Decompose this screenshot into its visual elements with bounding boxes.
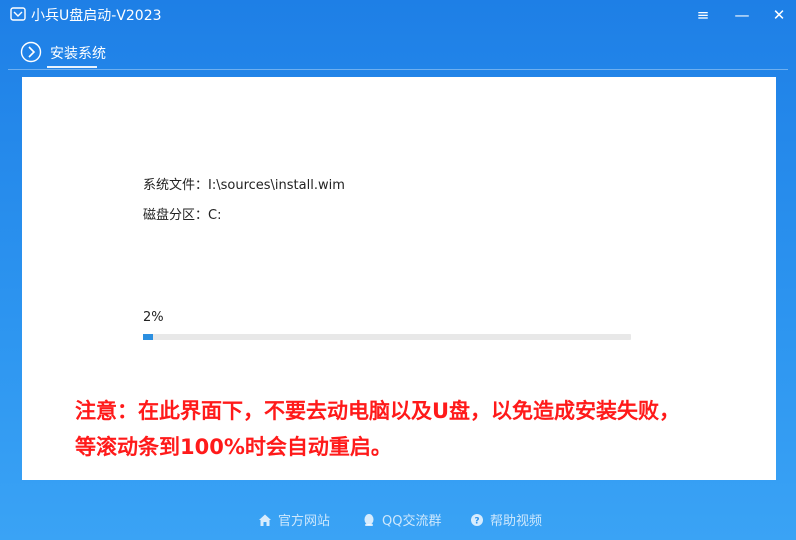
system-file-value: I:\sources\install.wim [208, 178, 345, 193]
chevron-circle-icon [20, 41, 42, 63]
progress-bar-fill [143, 334, 153, 340]
tab-active-indicator [47, 66, 97, 68]
close-icon: ✕ [772, 6, 786, 24]
home-icon [259, 514, 271, 526]
minimize-icon: — [734, 6, 750, 24]
warning-line-1: 注意：在此界面下，不要去动电脑以及U盘，以免造成安装失败， [75, 399, 681, 423]
official-website-label: 官方网站 [278, 514, 331, 529]
disk-partition-value: C: [208, 208, 222, 223]
official-website-link[interactable]: 官方网站 [258, 510, 330, 529]
svg-text:?: ? [474, 516, 479, 526]
install-panel: 系统文件：I:\sources\install.wim 磁盘分区：C: 2% 注… [22, 77, 776, 480]
title-bar: 小兵U盘启动-V2023 ≡ — ✕ [0, 0, 796, 30]
app-logo-icon [10, 7, 26, 21]
footer: 官方网站 QQ交流群 ? 帮助视频 [0, 500, 796, 540]
disk-partition-row: 磁盘分区：C: [143, 204, 221, 223]
menu-button[interactable]: ≡ [692, 4, 714, 26]
window-title: 小兵U盘启动-V2023 [31, 8, 162, 24]
tab-divider [8, 69, 788, 70]
help-icon: ? [471, 513, 483, 526]
qq-group-link[interactable]: QQ交流群 [362, 510, 441, 529]
qq-group-label: QQ交流群 [382, 514, 442, 529]
system-file-row: 系统文件：I:\sources\install.wim [143, 174, 345, 193]
minimize-button[interactable]: — [731, 4, 753, 26]
disk-partition-label: 磁盘分区： [143, 208, 209, 223]
progress-percent: 2% [143, 310, 164, 325]
tab-install-system[interactable]: 安装系统 [50, 43, 106, 63]
help-video-link[interactable]: ? 帮助视频 [470, 510, 542, 529]
system-file-label: 系统文件： [143, 178, 209, 193]
qq-icon [364, 513, 374, 526]
help-video-label: 帮助视频 [490, 514, 543, 529]
menu-icon: ≡ [696, 6, 710, 24]
warning-line-2: 等滚动条到100%时会自动重启。 [75, 435, 392, 459]
tab-bar: 安装系统 [0, 36, 796, 70]
progress-bar [143, 334, 631, 340]
close-button[interactable]: ✕ [768, 4, 790, 26]
